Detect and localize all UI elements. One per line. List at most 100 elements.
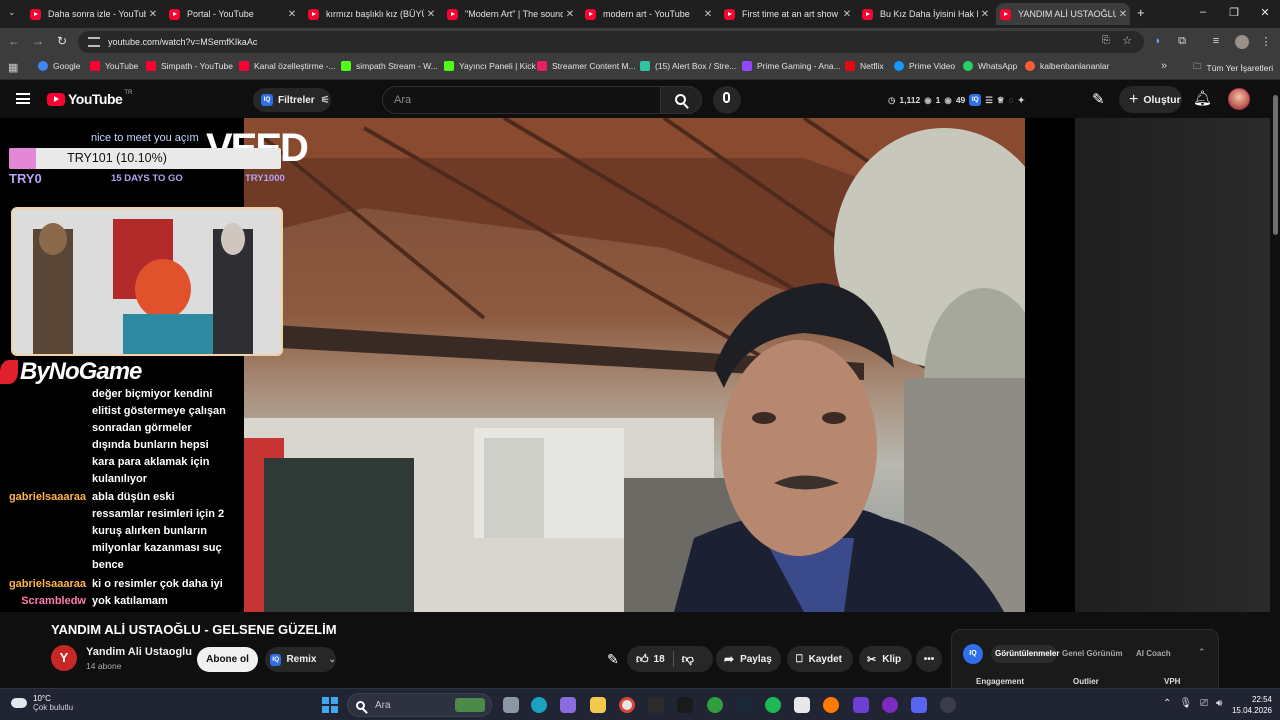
tab-yandim-ali-ustaoglu[interactable]: YANDIM ALİ USTAOĞLU ✕ xyxy=(996,3,1130,25)
youtube-logo[interactable]: YouTube TR xyxy=(47,90,132,107)
create-button[interactable]: + Oluştur xyxy=(1119,86,1182,113)
bookmark-star-icon[interactable]: ☆ xyxy=(1122,34,1132,47)
close-tab-icon[interactable]: ✕ xyxy=(146,9,160,20)
comment-icon[interactable]: ◌ xyxy=(1009,95,1014,105)
spotify-icon[interactable] xyxy=(765,697,781,713)
app-circle-icon[interactable] xyxy=(882,697,898,713)
iq-icon[interactable]: IQ xyxy=(969,94,982,106)
close-tab-icon[interactable]: ✕ xyxy=(285,9,299,20)
tab-search-icon[interactable]: ⌄ xyxy=(8,7,16,18)
list-icon[interactable]: ☰ xyxy=(985,95,993,106)
windows-start-icon[interactable] xyxy=(322,697,338,713)
back-icon[interactable]: ← xyxy=(6,34,22,48)
close-window-icon[interactable]: ✕ xyxy=(1255,6,1275,19)
bookmark-netflix[interactable]: Netflix xyxy=(845,61,884,71)
video-frame[interactable] xyxy=(244,118,1025,612)
close-tab-icon[interactable]: ✕ xyxy=(1116,9,1130,20)
remix-button[interactable]: IQ Remix ⌄ xyxy=(265,647,336,672)
sparkle-icon[interactable]: ✦ xyxy=(1018,95,1025,106)
bookmark-whatsapp[interactable]: WhatsApp xyxy=(963,61,1017,71)
address-bar[interactable]: youtube.com/watch?v=MSemfKIkaAc ⎘ ☆ xyxy=(78,31,1144,53)
tab-portal[interactable]: Portal - YouTube ✕ xyxy=(165,3,299,25)
notifications-bell-icon[interactable]: 🔔︎ xyxy=(1193,89,1212,107)
browser-menu-icon[interactable]: ⋮ xyxy=(1258,35,1274,48)
extensions-puzzle-icon[interactable]: ⧉ xyxy=(1174,35,1190,48)
tab-bu-kiz-daha-iyisini[interactable]: Bu Kız Daha İyisini Hak Ed ✕ xyxy=(858,3,992,25)
taskbar-search-input[interactable]: Ara xyxy=(347,693,492,717)
menu-hamburger-icon[interactable] xyxy=(16,93,30,104)
app-purple-icon[interactable] xyxy=(853,697,869,713)
minimize-window-icon[interactable]: – xyxy=(1193,6,1213,18)
search-button[interactable] xyxy=(660,86,702,114)
video-player[interactable]: nice to meet you açım VEED TRY101 (10.10… xyxy=(0,118,1075,612)
chrome-icon[interactable] xyxy=(619,697,635,713)
collapse-chevron-icon[interactable]: ⌃ xyxy=(1198,647,1206,658)
capcut-icon[interactable] xyxy=(794,697,810,713)
tab-goruntulenmeler[interactable]: Görüntülenmeler xyxy=(991,645,1059,663)
filters-button[interactable]: IQ Filtreler ⚟ xyxy=(253,88,331,112)
system-tray[interactable]: ⌃🎙︎⎚🔊︎ xyxy=(1163,698,1230,709)
voice-search-button[interactable] xyxy=(713,86,741,114)
search-input[interactable]: Ara xyxy=(382,86,661,114)
channel-avatar[interactable]: Y xyxy=(51,645,77,671)
forward-icon[interactable]: → xyxy=(30,34,46,48)
close-tab-icon[interactable]: ✕ xyxy=(701,9,715,20)
edge-icon[interactable] xyxy=(531,697,547,713)
like-count[interactable]: 18 xyxy=(654,654,665,665)
all-bookmarks-folder[interactable]: 🗀 Tüm Yer İşaretleri xyxy=(1193,61,1273,75)
account-avatar[interactable] xyxy=(1228,88,1250,110)
channel-name[interactable]: Yandim Ali Ustaoglu xyxy=(86,646,192,658)
origin-icon[interactable] xyxy=(823,697,839,713)
steam-icon[interactable] xyxy=(736,697,752,713)
bookmark-youtube[interactable]: YouTube xyxy=(90,61,138,71)
system-clock[interactable]: 22:54 15.04.2026 xyxy=(1226,694,1272,716)
close-tab-icon[interactable]: ✕ xyxy=(563,9,577,20)
xbox-icon[interactable] xyxy=(707,697,723,713)
weather-widget[interactable]: 10°C Çok bulutlu xyxy=(11,694,73,712)
extension-sparkle-icon[interactable]: ✎ xyxy=(607,651,619,668)
bookmark-kanal-ozellestirme[interactable]: Kanal özelleştirme -... xyxy=(239,61,336,71)
close-tab-icon[interactable]: ✕ xyxy=(424,9,438,20)
page-scrollbar-thumb[interactable] xyxy=(1273,95,1278,235)
copilot-icon[interactable] xyxy=(560,697,576,713)
tab-modern-art[interactable]: modern art - YouTube ✕ xyxy=(581,3,715,25)
tab-modern-art-sound[interactable]: "Modern Art" | The sound ✕ xyxy=(443,3,577,25)
dislike-icon[interactable]: 👎︎ xyxy=(682,652,694,667)
bookmark-yayinci-paneli[interactable]: Yayıncı Paneli | Kick xyxy=(444,61,536,71)
bookmark-simpath-stream[interactable]: simpath Stream - W... xyxy=(341,61,438,71)
tab-first-time-art-show[interactable]: First time at an art show - ✕ xyxy=(720,3,854,25)
install-app-icon[interactable]: ⎘ xyxy=(1102,35,1110,46)
clip-button[interactable]: ✂ Klip xyxy=(859,646,912,672)
bookmark-google[interactable]: Google xyxy=(38,61,80,71)
bookmark-simpath-youtube[interactable]: Simpath - YouTube xyxy=(146,61,233,71)
trophy-icon[interactable]: ♕ xyxy=(997,95,1005,106)
close-tab-icon[interactable]: ✕ xyxy=(840,9,854,20)
tab-daha-sonra-izle[interactable]: Daha sonra izle - YouTube ✕ xyxy=(26,3,160,25)
extension-iq-icon[interactable]: ◗ xyxy=(1150,35,1166,47)
discord-icon[interactable] xyxy=(911,697,927,713)
bookmark-streamer-content[interactable]: Streamer Content M... xyxy=(537,61,636,71)
bookmark-prime-video[interactable]: Prime Video xyxy=(894,61,955,71)
task-view-icon[interactable] xyxy=(503,697,519,713)
tab-genel-gorunum[interactable]: Genel Görünüm xyxy=(1062,645,1122,663)
media-controls-icon[interactable]: ≡ xyxy=(1208,35,1224,47)
epic-games-icon[interactable] xyxy=(648,697,664,713)
reload-icon[interactable]: ↻ xyxy=(54,34,70,48)
share-button[interactable]: ➦ Paylaş xyxy=(716,646,781,672)
amazon-icon[interactable] xyxy=(677,697,693,713)
bookmark-prime-gaming[interactable]: Prime Gaming - Ana... xyxy=(742,61,841,71)
apps-grid-icon[interactable]: ▦ xyxy=(8,61,18,74)
obs-icon[interactable] xyxy=(940,697,956,713)
file-explorer-icon[interactable] xyxy=(590,697,606,713)
studio-icon[interactable]: ✎ xyxy=(1092,90,1105,108)
profile-avatar-icon[interactable] xyxy=(1235,35,1249,49)
more-bookmarks-icon[interactable]: » xyxy=(1161,60,1167,72)
close-tab-icon[interactable]: ✕ xyxy=(978,9,992,20)
bookmark-alert-box[interactable]: (15) Alert Box / Stre... xyxy=(640,61,736,71)
site-info-icon[interactable] xyxy=(88,37,100,47)
more-actions-button[interactable]: ••• xyxy=(916,646,942,672)
tab-kirmizi-baslikli-kiz[interactable]: kırmızı başlıklı kız (BÜYÜK ✕ xyxy=(304,3,438,25)
restore-window-icon[interactable]: ❐ xyxy=(1224,6,1244,19)
tab-ai-coach[interactable]: AI Coach xyxy=(1136,645,1171,663)
new-tab-icon[interactable]: + xyxy=(1137,5,1145,20)
